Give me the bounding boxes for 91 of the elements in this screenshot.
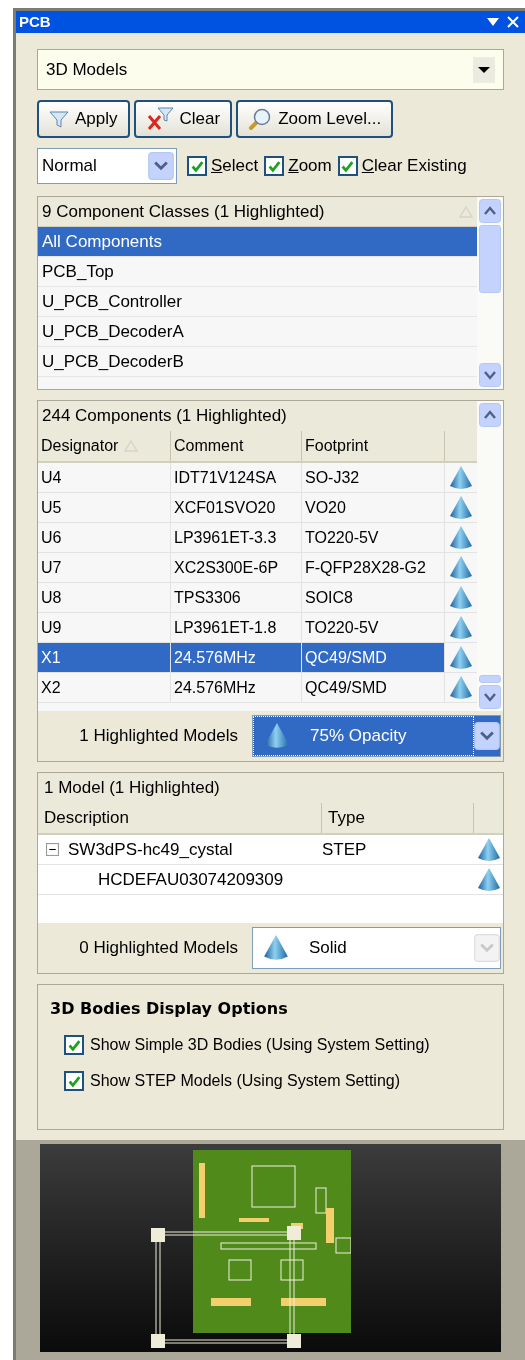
checkbox[interactable] [64,1071,84,1091]
checkbox[interactable] [337,156,358,176]
column-header[interactable]: Comment [171,431,302,461]
filter-mode-dropdown[interactable]: Normal [37,148,177,184]
cone-icon [449,584,473,611]
checkbox[interactable] [64,1035,84,1055]
scroll-thumb[interactable] [479,675,501,683]
checkbox[interactable] [264,156,285,176]
table-cell[interactable]: U5 [38,493,171,522]
table-cell[interactable]: QC49/SMD [302,643,445,672]
checkbox-label: Zoom [288,155,332,178]
magnifier-icon [248,107,273,131]
cone-icon [449,524,473,551]
highlighted-models-label: 1 Highlighted Models [78,725,238,748]
table-cell[interactable]: IDT71V124SA [171,463,302,492]
cone-icon [449,614,473,641]
highlighted-models-label: 0 Highlighted Models [78,937,238,960]
table-cell[interactable]: SO-J32 [302,463,445,492]
checkbox-label: Show Simple 3D Bodies (Using System Setting) [90,1035,430,1055]
section-title: 3D Bodies Display Options [50,998,289,1020]
table-cell[interactable]: U9 [38,613,171,642]
table-cell[interactable]: QC49/SMD [302,673,445,702]
table-cell[interactable]: U6 [38,523,171,552]
models-header: 1 Model (1 Highlighted) [44,777,220,800]
class-list-item[interactable]: U_PCB_DecoderA [38,317,477,347]
display-mode-value: Solid [309,937,347,960]
dropdown-triangle-icon[interactable] [487,18,499,26]
table-cell[interactable]: TO220-5V [302,613,445,642]
window-title: PCB [19,11,51,32]
tree-item[interactable]: SW3dPS-hc49_cystal [66,836,322,863]
collapse-icon[interactable] [45,843,59,856]
checkbox[interactable] [187,156,207,176]
cone-icon [477,836,501,863]
column-header[interactable]: Designator [38,431,171,461]
cross-funnel-icon [145,107,174,131]
table-cell[interactable]: LP3961ET-1.8 [171,613,302,642]
cone-icon [449,644,473,671]
table-cell[interactable]: XC2S300E-6P [171,553,302,582]
scroll-up-icon[interactable] [479,199,501,223]
cone-icon [449,674,473,701]
table-cell[interactable]: X2 [38,673,171,702]
column-header[interactable]: Footprint [302,431,445,461]
class-list-item[interactable]: PCB_Top [38,257,477,287]
scroll-up-icon[interactable] [479,403,501,427]
table-cell[interactable]: U8 [38,583,171,612]
toolbar-button[interactable]: Clear [133,100,233,138]
display-mode-value: 75% Opacity [310,725,407,748]
display-mode-dropdown[interactable]: Solid [252,927,501,969]
filter-mode-value: Normal [42,155,97,178]
table-cell[interactable]: U4 [38,463,171,492]
checkbox-label: Show STEP Models (Using System Setting) [90,1071,401,1091]
class-list-item[interactable]: U_PCB_Controller [38,287,477,317]
table-cell[interactable]: TO220-5V [302,523,445,552]
cone-icon [263,934,289,962]
class-list-item[interactable]: All Components [38,227,477,257]
checkbox-label: Select [211,155,259,178]
mode-dropdown[interactable]: 3D Models [37,49,504,90]
component-classes-header: 9 Component Classes (1 Highlighted) [42,200,325,223]
cone-icon [449,464,473,491]
table-cell[interactable]: SOIC8 [302,583,445,612]
scroll-down-icon[interactable] [479,685,501,709]
scroll-down-icon[interactable] [479,363,501,387]
funnel-icon [49,109,69,129]
tree-item[interactable]: HCDEFAU03074209309 [98,866,477,893]
cone-icon [264,722,290,750]
mode-dropdown-value: 3D Models [46,58,128,81]
table-cell[interactable]: VO20 [302,493,445,522]
table-cell[interactable]: X1 [38,643,171,672]
toolbar-button[interactable]: Apply [37,100,130,138]
display-mode-dropdown[interactable]: 75% Opacity [252,715,501,757]
scrollbar[interactable] [477,401,503,711]
table-cell[interactable]: 24.576MHz [171,673,302,702]
class-list-item[interactable]: U_PCB_DecoderB [38,347,477,377]
components-header: 244 Components (1 Highlighted) [42,405,287,428]
column-header[interactable]: Description [38,803,322,833]
close-icon[interactable] [507,16,519,28]
scroll-thumb[interactable] [479,225,501,293]
table-cell[interactable]: U7 [38,553,171,582]
table-cell[interactable]: XCF01SVO20 [171,493,302,522]
table-cell[interactable]: TPS3306 [171,583,302,612]
cone-icon [449,494,473,521]
table-cell[interactable]: F-QFP28X28-G2 [302,553,445,582]
toolbar-button[interactable]: Zoom Level... [236,100,394,138]
checkbox-label: Clear Existing [361,155,467,178]
column-header[interactable]: Type [322,803,474,833]
cone-icon [449,554,473,581]
scrollbar[interactable] [477,197,503,389]
table-cell[interactable]: 24.576MHz [171,643,302,672]
table-cell[interactable]: LP3961ET-3.3 [171,523,302,552]
cone-icon [477,866,501,893]
model-type: STEP [322,838,368,861]
